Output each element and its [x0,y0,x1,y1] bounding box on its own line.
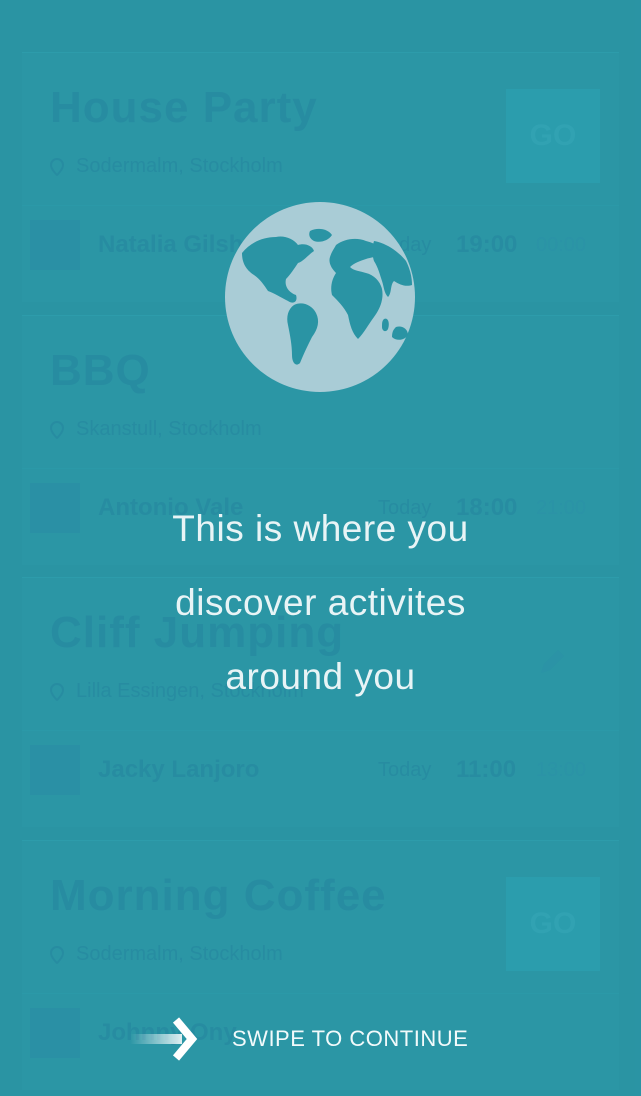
swipe-label: SWIPE TO CONTINUE [232,1026,469,1051]
message-line-1: This is where you [172,508,469,549]
globe-icon [225,202,415,392]
message-line-2: discover activites [175,582,466,623]
onboarding-overlay[interactable]: This is where you discover activites aro… [0,0,641,1096]
chevron-right-icon [130,1017,198,1061]
message-line-3: around you [225,656,416,697]
onboarding-message: This is where you discover activites aro… [0,492,641,714]
swipe-to-continue[interactable]: SWIPE TO CONTINUE [130,1016,490,1062]
